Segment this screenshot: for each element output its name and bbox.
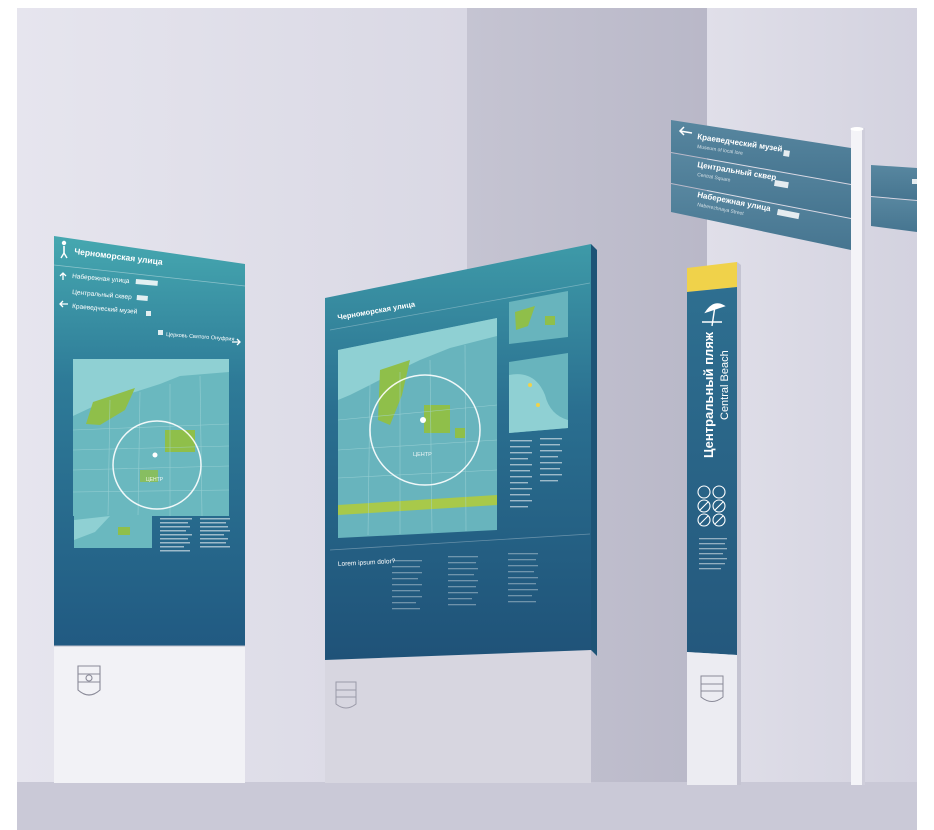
beach-pole: Центральный пляж Central Beach [687, 262, 741, 785]
pole-label-ru: Центральный пляж [701, 331, 716, 458]
center-sign-edge [591, 244, 597, 656]
center-sign: Черноморская улица ЦЕНТР Lorem ipsum dol… [325, 244, 597, 783]
pole-label-en: Central Beach [719, 350, 731, 420]
center-sign-base [325, 650, 591, 783]
pole-base [687, 652, 737, 785]
center-side-map-bottom [509, 353, 568, 433]
signage-scene: Черноморская улица Набережная улица Цент… [0, 0, 934, 830]
left-map: ЦЕНТР [72, 359, 230, 517]
pointer-board-right-2 [871, 197, 917, 232]
left-map-label: ЦЕНТР [146, 477, 164, 483]
left-sign: Черноморская улица Набережная улица Цент… [53, 236, 246, 783]
scene-svg: Черноморская улица Набережная улица Цент… [0, 0, 934, 830]
center-map-label: ЦЕНТР [413, 452, 432, 458]
center-map: ЦЕНТР [337, 318, 498, 538]
pointer-board-right-1 [871, 165, 917, 200]
floor [17, 782, 917, 830]
